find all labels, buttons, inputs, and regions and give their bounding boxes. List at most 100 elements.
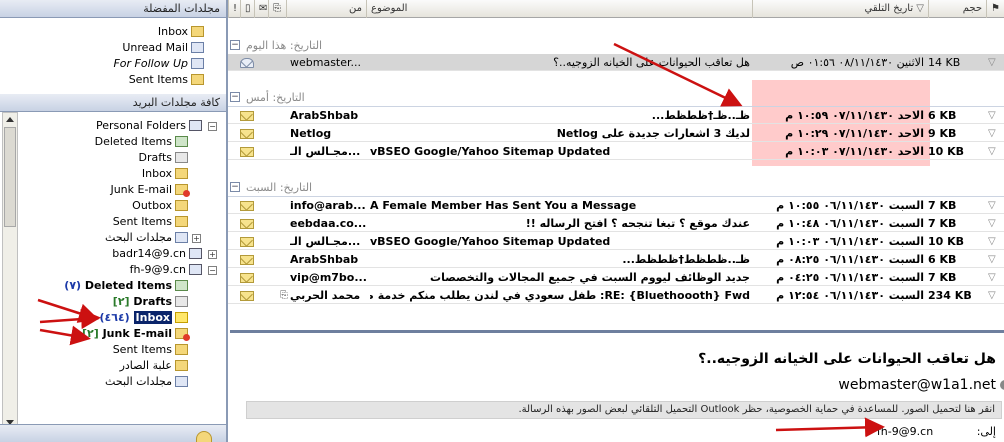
junk-icon [175, 328, 190, 341]
icon-column-icon[interactable]: ▯ [240, 0, 254, 18]
reminder-column-icon[interactable]: ✉ [254, 0, 268, 18]
message-received: السبت ٠٦/١١/١٤٣٠ ١٢:٥٤ م [776, 289, 924, 302]
message-row[interactable]: مجـالس الـ... vBSEO Google/Yahoo Sitemap … [228, 233, 1004, 250]
message-size: 7 KB [928, 199, 957, 212]
collapse-fh-icon[interactable]: − [208, 266, 217, 275]
message-row[interactable]: vip@m7bo... جديد الوظائف ليووم السبت في ج… [228, 269, 1004, 286]
preview-to-value[interactable]: fh-9@9.cn [877, 425, 933, 438]
favorites-header[interactable]: مجلدات المفضلة [0, 0, 226, 18]
sent-folder-icon [175, 344, 188, 355]
drafts-icon [175, 296, 188, 307]
preview-to-line: إلى: fh-9@9.cn [877, 425, 996, 438]
fh-inbox[interactable]: (٤٦٤) Inbox [99, 310, 188, 326]
message-row[interactable]: info@arab... A Female Member Has Sent You… [228, 197, 1004, 214]
fh-junk[interactable]: [٢] Junk E-mail [82, 326, 190, 342]
flag-icon[interactable]: ▽ [988, 251, 996, 268]
fh-sent[interactable]: Sent Items [113, 342, 188, 358]
message-row[interactable]: ⎘ محمد الحربي RE: {Bluethoooth} Fwd: طفل س… [228, 287, 1004, 304]
flag-icon[interactable]: ▽ [988, 287, 996, 304]
outbox-icon [175, 360, 188, 371]
message-received: السبت ٠٦/١١/١٤٣٠ ١٠:٥٥ م [776, 199, 924, 212]
message-row[interactable]: webmaster... هل تعاقب الحيوانات على الخيا… [228, 54, 1004, 71]
collapse-group-icon[interactable]: − [230, 92, 240, 102]
from-column-header[interactable]: من [286, 0, 366, 18]
folder-drafts[interactable]: Drafts [139, 150, 188, 166]
folder-sent[interactable]: Sent Items [113, 214, 188, 230]
message-received: الاحد ٠٧/١١/١٤٣٠ ١٠:٥٩ م [785, 109, 924, 122]
message-row[interactable]: ArabShbab ظـ..ظـ†ظطظط... الاحد ٠٧/١١/١٤٣٠ … [228, 107, 1004, 124]
fh-search[interactable]: مجلدات البحث [105, 374, 188, 390]
fh-outbox[interactable]: علبة الصادر [120, 358, 188, 374]
message-row[interactable]: eebdaa.co... عندك موقع ؟ تبغا تنجحه ؟ افت… [228, 215, 1004, 232]
expand-badr-icon[interactable]: + [208, 250, 217, 259]
message-received: الاحد ٠٧/١١/١٤٣٠ ١٠:٠٣ م [785, 145, 924, 158]
unread-message-icon [240, 237, 254, 247]
collapse-personal-icon[interactable]: − [208, 122, 217, 131]
fav-unread[interactable]: Unread Mail [122, 40, 204, 56]
message-subject: جديد الوظائف ليووم السبت في جميع المجالا… [430, 271, 750, 284]
folder-junk[interactable]: Junk E-mail [110, 182, 190, 198]
fh-inbox-label: Inbox [133, 311, 172, 324]
message-subject: ظـ..ظـ†ظطظط... [651, 109, 750, 122]
fh-deleted[interactable]: (٧) Deleted Items [64, 278, 188, 294]
attachment-column-icon[interactable]: ⎘ [268, 0, 286, 18]
expand-search-icon[interactable]: + [192, 234, 201, 243]
fav-follow-up[interactable]: For Follow Up [113, 56, 204, 72]
folder-scrollbar[interactable] [2, 112, 18, 430]
message-received: السبت ٠٦/١١/١٤٣٠ ١٠:٠٣ م [776, 235, 924, 248]
folder-outbox-label: Outbox [132, 199, 172, 212]
unread-message-icon [240, 291, 254, 301]
flag-icon[interactable]: ▽ [988, 125, 996, 142]
fav-sent[interactable]: Sent Items [129, 72, 204, 88]
folder-junk-label: Junk E-mail [110, 183, 172, 196]
fh-sent-label: Sent Items [112, 343, 172, 356]
flag-icon[interactable]: ▽ [988, 107, 996, 124]
all-folders-header[interactable]: كافة مجلدات البريد [0, 94, 226, 112]
message-from: eebdaa.co... [290, 217, 366, 230]
message-row[interactable]: مجـالس الـ... vBSEO Google/Yahoo Sitemap … [228, 143, 1004, 160]
folder-deleted[interactable]: Deleted Items [95, 134, 188, 150]
scroll-up-icon[interactable] [6, 117, 14, 122]
flag-icon[interactable]: ▽ [988, 269, 996, 286]
subject-column-header[interactable]: الموضوع [366, 0, 752, 18]
folder-list-icon[interactable] [196, 431, 212, 442]
reading-pane: هل تعاقب الحيوانات على الخيانه الزوجيه..… [230, 330, 1004, 442]
unread-message-icon [240, 147, 254, 157]
message-received: الاثنين ٠٨/١١/١٤٣٠ ٠١:٥٦ ص [790, 56, 924, 69]
message-row[interactable]: Netlog لديك 3 اشعارات جديدة على Netlog الا… [228, 125, 1004, 142]
folder-outbox[interactable]: Outbox [132, 198, 188, 214]
folder-deleted-label: Deleted Items [94, 135, 172, 148]
size-column-header[interactable]: حجم [928, 0, 986, 18]
account-badr[interactable]: badr14@9.cn [112, 246, 202, 262]
scroll-thumb[interactable] [4, 127, 16, 227]
fh-deleted-label: Deleted Items [84, 279, 172, 292]
fav-inbox[interactable]: Inbox [158, 24, 204, 40]
folder-inbox[interactable]: Inbox [142, 166, 188, 182]
received-column-header[interactable]: ▽ تاريخ التلقي [752, 0, 928, 18]
message-from: ArabShbab [290, 109, 359, 122]
account-fh[interactable]: fh-9@9.cn [130, 262, 202, 278]
collapse-group-icon[interactable]: − [230, 182, 240, 192]
importance-column-icon[interactable]: ! [228, 0, 240, 18]
message-row[interactable]: ArabShbab ظـ..ظطظط†ظطظط... السبت ٠٦/١١/١٤٣… [228, 251, 1004, 268]
flag-column-icon[interactable]: ⚑ [986, 0, 1004, 18]
account-icon [189, 248, 202, 259]
flag-icon[interactable]: ▽ [988, 54, 996, 71]
folder-personal[interactable]: Personal Folders [96, 118, 202, 134]
flag-icon[interactable]: ▽ [988, 143, 996, 160]
blocked-images-infobar[interactable]: انقر هنا لتحميل الصور. للمساعدة في حماية… [246, 401, 1002, 419]
flag-icon[interactable]: ▽ [988, 197, 996, 214]
fh-drafts[interactable]: [٢] Drafts [113, 294, 188, 310]
trash-icon [175, 136, 188, 147]
message-from: Netlog [290, 127, 332, 140]
flag-icon[interactable]: ▽ [988, 215, 996, 232]
message-subject: A Female Member Has Sent You a Message [370, 199, 637, 212]
collapse-group-icon[interactable]: − [230, 40, 240, 50]
attachment-icon: ⎘ [280, 290, 288, 301]
folder-search[interactable]: مجلدات البحث [105, 230, 188, 246]
preview-sender[interactable]: webmaster@w1a1.net [838, 377, 1004, 393]
folder-sent-label: Sent Items [112, 215, 172, 228]
fh-drafts-count: [٢] [112, 295, 130, 308]
received-column-label: تاريخ التلقي [864, 3, 914, 14]
flag-icon[interactable]: ▽ [988, 233, 996, 250]
